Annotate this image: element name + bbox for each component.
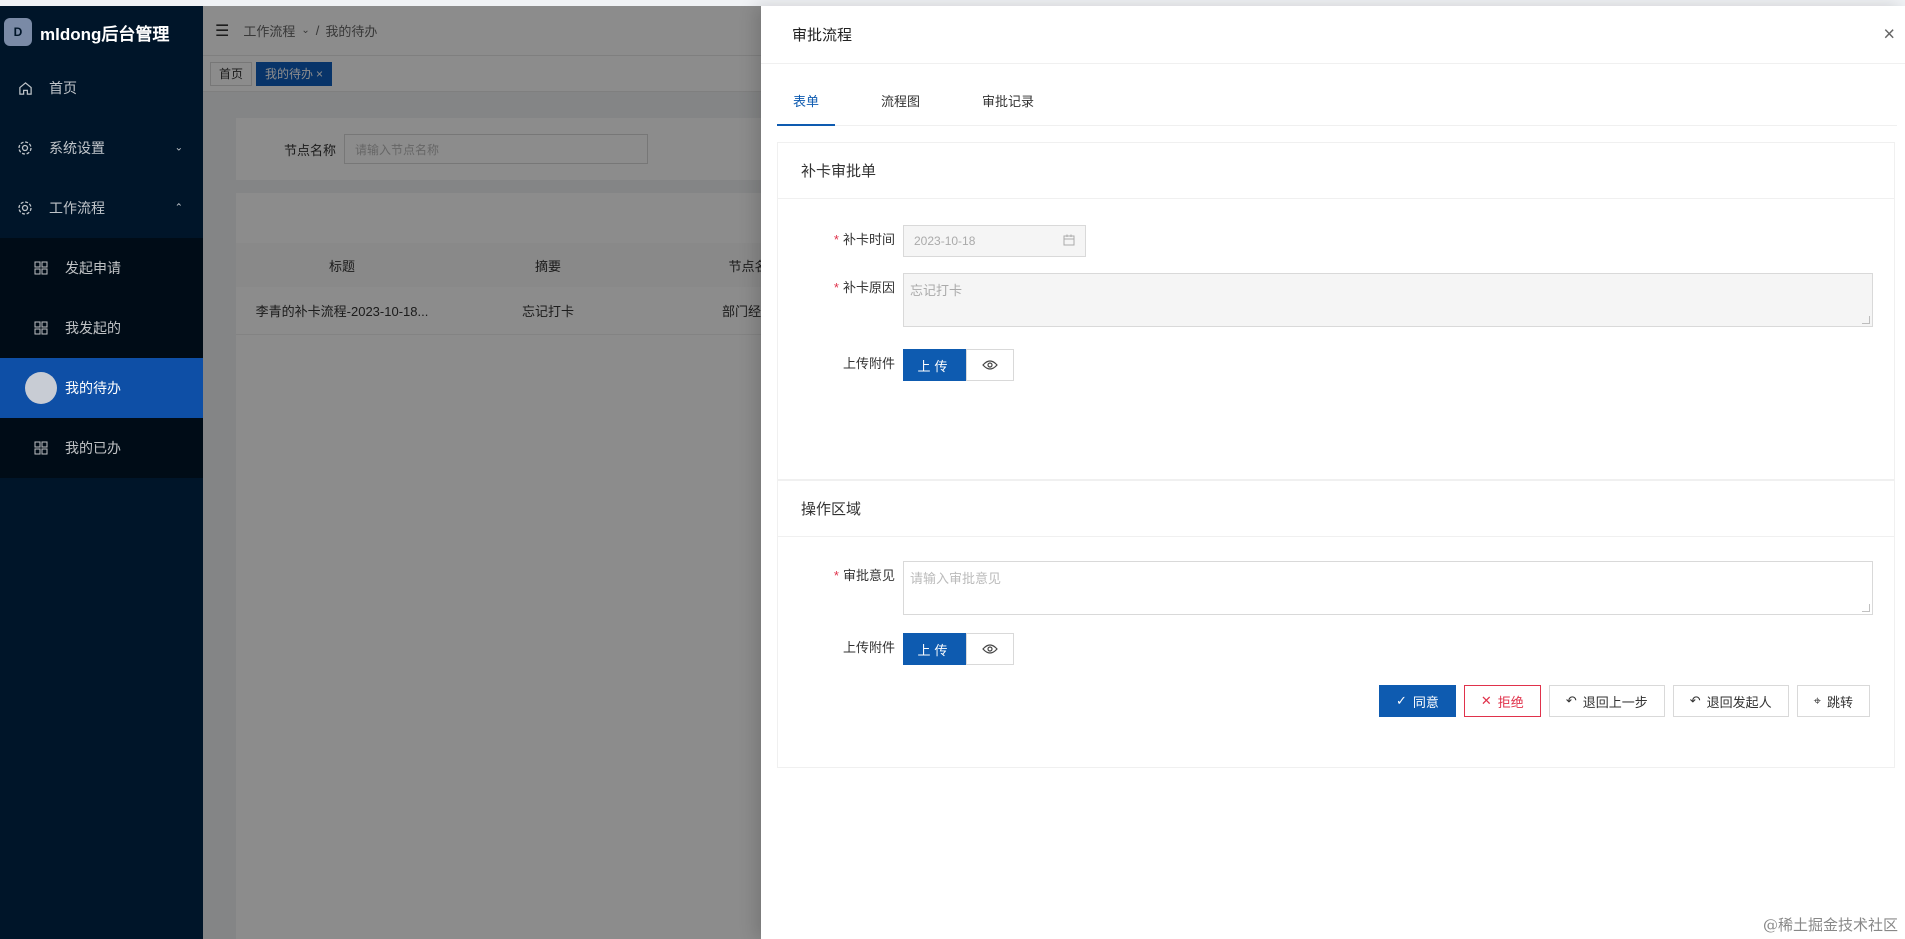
opinion-placeholder: 请输入审批意见 [910,571,1002,586]
sidebar-item-home[interactable]: 首页 [0,58,203,118]
eye-icon [982,360,998,370]
sidebar-item-label: 工作流程 [49,200,105,216]
form-row-reason: * 补卡原因 忘记打卡 [778,273,1873,327]
sidebar-item-label: 我的待办 [65,380,121,396]
button-label: 退回上一步 [1582,694,1648,710]
required-mark: * [833,568,839,583]
workflow-submenu: 发起申请 我发起的 我的待办 我的已办 [0,238,203,478]
form-row-opinion: * 审批意见 请输入审批意见 [778,561,1873,615]
button-label: 跳转 [1826,694,1853,710]
return-icon: ↶ [1565,693,1577,708]
avatar [25,372,57,404]
back-previous-button[interactable]: ↶ 退回上一步 [1548,685,1665,717]
calendar-icon [1063,234,1075,249]
reason-label: 补卡原因 [842,280,895,295]
sidebar-item-label: 我的已办 [65,440,121,456]
required-mark: * [833,232,839,247]
panel-title: 补卡审批单 [778,143,1894,199]
sidebar-item-start-request[interactable]: 发起申请 [0,238,203,298]
preview-button[interactable] [966,349,1014,381]
sidebar-item-system-settings[interactable]: 系统设置 ⌄ [0,118,203,178]
date-field[interactable]: 2023-10-18 [903,225,1086,257]
preview-button[interactable] [966,633,1014,665]
gear-icon [17,140,33,156]
grid-icon [33,260,49,276]
button-label: 退回发起人 [1706,694,1772,710]
form-row-attachment: 上传附件 上传 [778,349,1014,381]
upload-group: 上传 [903,349,1014,381]
eye-icon [982,644,998,654]
field-label: * 补卡原因 [778,273,903,303]
close-icon: ✕ [1480,693,1492,708]
sidebar-item-my-todo[interactable]: 我的待办 [0,358,203,418]
approval-drawer: 审批流程 × 表单 流程图 审批记录 补卡审批单 * 补卡时间 2023-10-1… [761,6,1905,939]
logo[interactable]: D mldong后台管理 [0,6,203,58]
grid-icon [33,320,49,336]
jump-button[interactable]: ⌖ 跳转 [1796,685,1870,717]
tab-approval-records[interactable]: 审批记录 [966,75,1050,125]
reason-value: 忘记打卡 [910,283,963,298]
drawer-title: 审批流程 [792,27,853,44]
upload-group: 上传 [903,633,1014,665]
field-label: * 审批意见 [778,561,903,591]
resize-handle-icon[interactable] [1862,316,1870,324]
approval-actions: ✓ 同意 ✕ 拒绝 ↶ 退回上一步 ↶ 退回发起人 ⌖ 跳转 [1378,685,1870,717]
home-icon [17,80,33,96]
sidebar-item-workflow[interactable]: 工作流程 ⌃ [0,178,203,238]
sidebar-item-my-done[interactable]: 我的已办 [0,418,203,478]
upload-button[interactable]: 上传 [903,349,966,381]
opinion-label: 审批意见 [842,568,895,583]
field-label: * 补卡时间 [778,225,903,255]
close-icon[interactable]: × [1883,23,1895,46]
chevron-down-icon: ⌄ [174,142,183,154]
opinion-textarea[interactable]: 请输入审批意见 [903,561,1873,615]
form-panel: 补卡审批单 * 补卡时间 2023-10-18 * 补卡原因 忘记打卡 上传附件… [777,142,1895,480]
attach-label: 上传附件 [842,640,895,655]
form-row-attachment: 上传附件 上传 [778,633,1014,665]
app-title: mldong后台管理 [40,24,170,44]
form-row-date: * 补卡时间 2023-10-18 [778,225,1086,257]
gear-icon [17,200,33,216]
action-panel: 操作区域 * 审批意见 请输入审批意见 上传附件 上传 ✓ 同意 ✕ 拒绝 ↶ … [777,480,1895,768]
panel-title: 操作区域 [778,481,1894,537]
attach-label: 上传附件 [842,356,895,371]
chevron-up-icon: ⌃ [174,202,183,214]
sidebar-item-label: 我发起的 [65,320,121,336]
date-label: 补卡时间 [842,232,895,247]
upload-button[interactable]: 上传 [903,633,966,665]
app-root: D mldong后台管理 首页 系统设置 ⌄ 工作流程 ⌃ 发起申请 我发起的 … [0,0,1905,939]
tab-flowchart[interactable]: 流程图 [865,75,936,125]
sidebar-item-label: 系统设置 [49,140,105,156]
sidebar-item-label: 首页 [49,80,77,96]
date-value: 2023-10-18 [914,234,976,248]
watermark: @稀土掘金技术社区 [1762,916,1898,934]
tab-form[interactable]: 表单 [777,75,836,126]
agree-button[interactable]: ✓ 同意 [1378,685,1456,717]
check-icon: ✓ [1395,693,1407,708]
drawer-tabs: 表单 流程图 审批记录 [777,76,1897,126]
sidebar: D mldong后台管理 首页 系统设置 ⌄ 工作流程 ⌃ 发起申请 我发起的 … [0,6,203,939]
resize-handle-icon[interactable] [1862,604,1870,612]
reject-button[interactable]: ✕ 拒绝 [1463,685,1541,717]
sidebar-item-my-started[interactable]: 我发起的 [0,298,203,358]
reason-textarea[interactable]: 忘记打卡 [903,273,1873,327]
drawer-mask[interactable] [203,6,761,939]
logo-icon: D [4,18,32,46]
sidebar-item-label: 发起申请 [65,260,121,276]
target-icon: ⌖ [1813,693,1821,708]
button-label: 同意 [1412,694,1439,710]
button-label: 拒绝 [1497,694,1524,710]
return-icon: ↶ [1689,693,1701,708]
required-mark: * [833,280,839,295]
grid-icon [33,440,49,456]
back-to-starter-button[interactable]: ↶ 退回发起人 [1672,685,1789,717]
drawer-header: 审批流程 × [761,6,1905,64]
